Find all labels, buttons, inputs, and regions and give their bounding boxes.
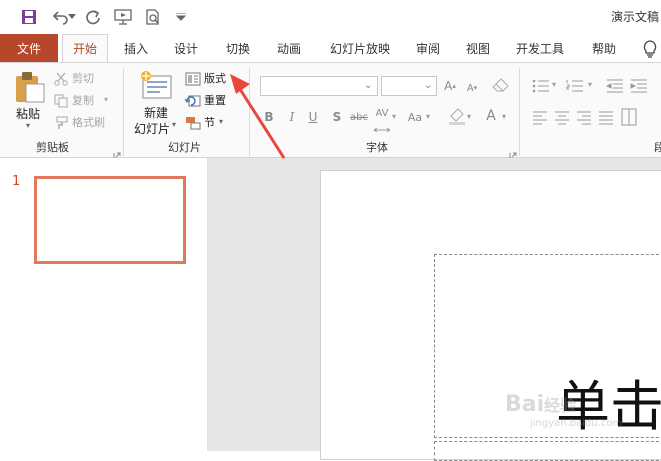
watermark-main: Bai (505, 392, 545, 417)
align-left-icon[interactable] (532, 110, 548, 125)
group-separator (123, 68, 124, 156)
slide-number: 1 (12, 174, 21, 189)
tab-transitions[interactable]: 切换 (216, 34, 260, 62)
decrease-font-size-icon[interactable]: A ▾ (464, 79, 480, 97)
cut-icon[interactable] (54, 71, 68, 86)
clear-formatting-icon[interactable] (492, 78, 512, 96)
tab-design[interactable]: 设计 (164, 34, 208, 62)
strikethrough-button[interactable]: abc (348, 108, 370, 126)
clipboard-group-label: 剪贴板 (36, 141, 69, 154)
tab-file[interactable]: 文件 (0, 34, 58, 62)
change-case-dropdown-icon[interactable]: ▾ (426, 112, 430, 121)
font-color-button[interactable]: A (484, 107, 498, 125)
section-button[interactable]: 节 (204, 112, 215, 132)
undo-dropdown-icon[interactable] (66, 6, 78, 28)
paste-button[interactable]: 粘贴 (16, 103, 40, 123)
layout-icon[interactable] (185, 71, 201, 86)
slide-thumbnail[interactable] (34, 176, 186, 264)
increase-indent-icon[interactable] (630, 78, 648, 93)
customize-qat-icon[interactable] (170, 6, 192, 28)
save-icon[interactable] (18, 6, 40, 28)
shadow-button[interactable]: S (330, 108, 344, 126)
watermark-brand: 经验 (544, 396, 577, 415)
change-case-button[interactable]: Aa (405, 108, 425, 126)
font-color-dropdown-icon[interactable]: ▾ (502, 112, 506, 121)
align-center-icon[interactable] (554, 110, 570, 125)
reset-icon[interactable] (184, 93, 201, 107)
tab-help[interactable]: 帮助 (582, 34, 626, 62)
layout-button[interactable]: 版式 (204, 68, 226, 88)
numbering-icon[interactable] (566, 78, 584, 92)
bullets-icon[interactable] (532, 78, 550, 93)
columns-icon[interactable] (621, 108, 637, 126)
tab-slide-show[interactable]: 幻灯片放映 (322, 34, 398, 62)
numbering-dropdown-icon[interactable]: ▾ (588, 80, 592, 89)
window-title: 演示文稿 (611, 10, 660, 24)
redo-icon[interactable] (82, 6, 104, 28)
font-launcher-icon[interactable] (509, 145, 517, 160)
print-preview-icon[interactable] (142, 6, 164, 28)
copy-icon[interactable] (54, 93, 68, 108)
paste-dropdown-icon[interactable]: ▾ (26, 121, 30, 130)
subtitle-placeholder[interactable] (434, 441, 661, 461)
watermark-url: jingyan.baidu.com (530, 418, 623, 429)
tab-animations[interactable]: 动画 (267, 34, 311, 62)
align-right-icon[interactable] (576, 110, 592, 125)
chevron-down-icon: ⌄ (364, 80, 373, 91)
highlight-icon[interactable] (448, 107, 466, 125)
underline-button[interactable]: U (306, 108, 320, 126)
paragraph-group-label: 段 (654, 141, 661, 154)
copy-dropdown-icon[interactable]: ▾ (104, 95, 108, 104)
decrease-indent-icon[interactable] (605, 78, 624, 93)
group-separator (519, 68, 520, 156)
clipboard-launcher-icon[interactable] (113, 145, 121, 160)
new-slide-button-line2[interactable]: 幻灯片 (134, 118, 170, 138)
tab-insert[interactable]: 插入 (114, 34, 158, 62)
format-painter-button[interactable]: 格式刷 (72, 112, 105, 132)
tab-developer[interactable]: 开发工具 (508, 34, 572, 62)
spacing-arrows-icon (373, 118, 391, 133)
font-group-label: 字体 (366, 141, 388, 154)
tab-view[interactable]: 视图 (458, 34, 498, 62)
format-painter-icon[interactable] (54, 115, 68, 129)
bullets-dropdown-icon[interactable]: ▾ (552, 80, 556, 89)
copy-button[interactable]: 复制 (72, 90, 94, 110)
lightbulb-icon[interactable] (642, 40, 658, 58)
highlight-dropdown-icon[interactable]: ▾ (467, 112, 471, 121)
increase-font-size-icon[interactable]: A ▴ (442, 77, 458, 95)
chevron-down-icon: ⌄ (424, 80, 433, 91)
cut-button[interactable]: 剪切 (72, 68, 94, 88)
section-icon[interactable] (185, 115, 201, 130)
reset-button[interactable]: 重置 (204, 90, 226, 110)
new-slide-dropdown-icon[interactable]: ▾ (172, 120, 176, 129)
annotation-arrow-icon (230, 74, 286, 159)
slides-group-label: 幻灯片 (168, 141, 201, 154)
section-dropdown-icon[interactable]: ▾ (219, 117, 223, 126)
paste-icon[interactable] (14, 70, 46, 104)
tab-home[interactable]: 开始 (62, 34, 108, 62)
watermark-logo: Bai经验 (505, 392, 576, 417)
start-from-beginning-icon[interactable] (112, 6, 134, 28)
tab-review[interactable]: 审阅 (408, 34, 448, 62)
spacing-dropdown-icon[interactable]: ▾ (392, 112, 396, 121)
new-slide-icon[interactable] (140, 70, 172, 100)
justify-icon[interactable] (598, 110, 614, 125)
